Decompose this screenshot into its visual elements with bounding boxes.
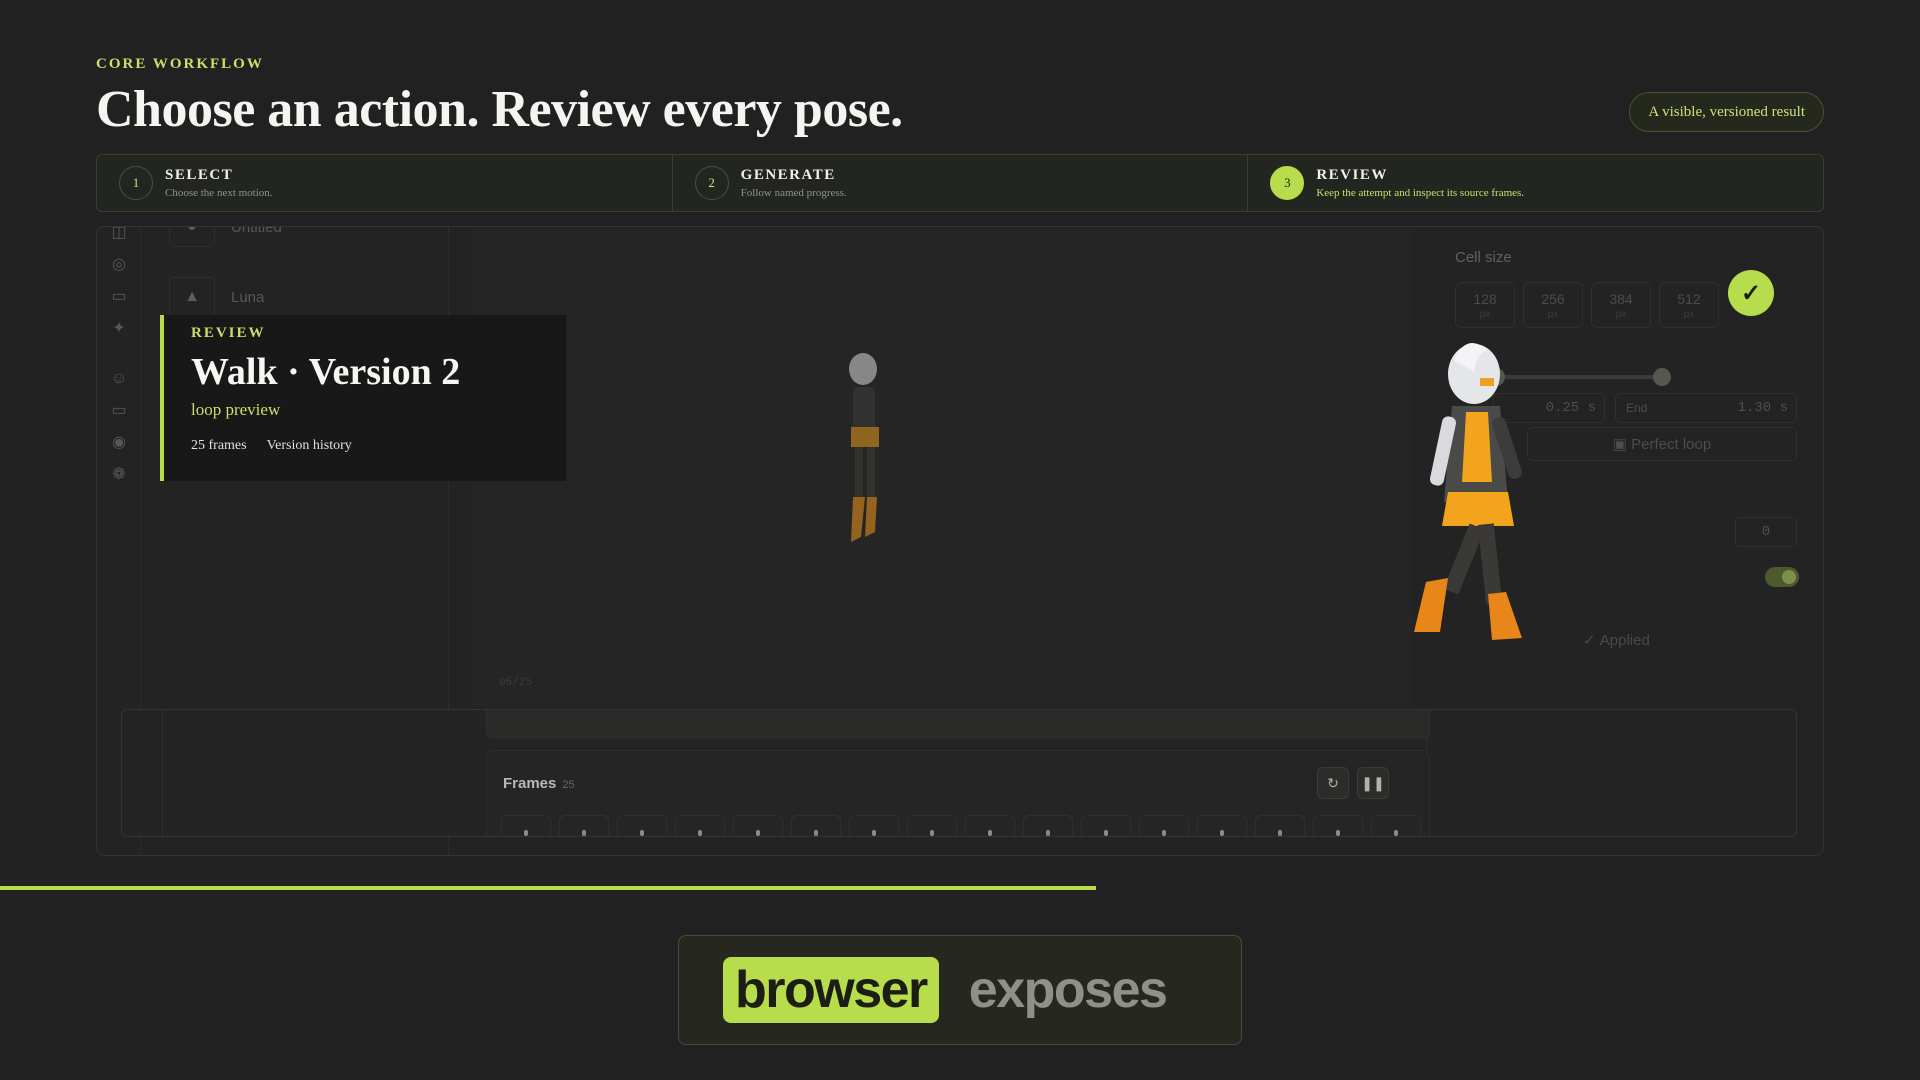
frame-thumb[interactable] [1197,815,1247,836]
cookie-icon[interactable]: ❁ [109,465,129,485]
pause-icon[interactable]: ❚❚ [1357,767,1389,799]
cell-size-option[interactable]: 512 px [1659,282,1719,328]
bottom-workspace: Frames 25 ↻ ❚❚ [121,709,1797,837]
frame-thumb[interactable] [733,815,783,836]
frame-thumb[interactable] [617,815,667,836]
review-card: REVIEW Walk · Version 2 loop preview 25 … [160,315,566,481]
character-item[interactable]: ● Untitled [169,226,282,247]
step-review[interactable]: 3 REVIEW Keep the attempt and inspect it… [1248,155,1823,211]
cell-size-value: 384 [1609,291,1633,307]
applied-status: ✓ Applied [1583,632,1650,649]
frame-thumb[interactable] [965,815,1015,836]
caption-box: browser exposes [678,935,1242,1045]
frame-thumb[interactable] [559,815,609,836]
frame-thumb[interactable] [1139,815,1189,836]
cell-size-value: 128 [1473,291,1497,307]
cell-size-option[interactable]: 256 px [1523,282,1583,328]
frame-thumb[interactable] [907,815,957,836]
cell-size-value: 512 [1677,291,1701,307]
offset-value: 0 [1761,524,1771,540]
fingerprint-icon[interactable]: ◎ [109,255,129,275]
frame-thumb[interactable] [1081,815,1131,836]
start-time-value: 0.25 [1545,400,1580,416]
column-divider [162,710,163,836]
end-time-unit: s [1779,400,1788,416]
loop-icon[interactable]: ↻ [1317,767,1349,799]
cell-size-option[interactable]: 384 px [1591,282,1651,328]
chat-icon[interactable]: ◫ [109,227,129,243]
character-ghost-sprite [849,353,879,542]
character-item[interactable]: ▲ Luna [169,277,264,317]
step-number: 1 [119,166,153,200]
step-number: 3 [1270,166,1305,200]
end-time-field[interactable]: End 1.30 s [1615,393,1797,423]
step-title: SELECT [165,167,234,183]
frame-thumb[interactable] [675,815,725,836]
end-time-value: 1.30 [1737,400,1772,416]
perfect-loop-label: Perfect loop [1631,435,1712,453]
perfect-loop-button[interactable]: ▣ Perfect loop [1527,427,1797,461]
cell-size-unit: px [1615,309,1627,320]
frame-thumb[interactable] [1313,815,1363,836]
character-name: Untitled [231,226,282,236]
frame-counter: 05/25 [499,677,533,689]
smooth-toggle[interactable] [1765,567,1799,587]
step-number: 2 [694,166,729,200]
applied-label: Applied [1599,632,1650,649]
cell-size-option[interactable]: 128 px [1455,282,1515,328]
frame-thumb[interactable] [791,815,841,836]
caption-text: exposes [968,961,1168,1019]
user-icon[interactable]: ☺ [109,369,129,389]
step-title: REVIEW [1316,167,1388,183]
review-card-title: Walk · Version 2 [191,351,461,393]
frame-count: 25 frames [191,438,247,453]
character-thumbnail: ▲ [169,277,215,317]
step-subtitle: Follow named progress. [740,187,847,199]
frame-thumb[interactable] [849,815,899,836]
page-title: Choose an action. Review every pose. [96,81,903,138]
end-time-label: End [1626,401,1648,415]
review-card-label: REVIEW [191,325,266,341]
review-card-subtitle: loop preview [191,400,281,419]
result-badge: A visible, versioned result [1629,92,1824,132]
frame-thumb[interactable] [1371,815,1421,836]
animation-stage: 05/25 [473,227,1413,707]
frame-thumb[interactable] [1255,815,1305,836]
cell-size-unit: px [1479,309,1491,320]
section-eyebrow: CORE WORKFLOW [96,56,264,72]
frames-title: Frames 25 [503,775,575,792]
frame-thumbnails [501,815,1421,836]
start-time-unit: s [1587,400,1596,416]
step-select[interactable]: 1 SELECT Choose the next motion. [97,155,673,211]
cell-size-value: 256 [1541,291,1565,307]
step-subtitle: Keep the attempt and inspect its source … [1316,187,1525,199]
coins-icon[interactable]: ◉ [109,433,129,453]
range-end-handle[interactable] [1653,368,1671,386]
caption-highlight: browser [723,957,939,1023]
frames-panel: Frames 25 ↻ ❚❚ [486,750,1430,836]
step-subtitle: Choose the next motion. [165,187,273,199]
timeline-scrubber[interactable] [486,710,1430,738]
workflow-steps: 1 SELECT Choose the next motion. 2 GENER… [96,154,1824,212]
frames-count: 25 [562,779,575,791]
review-card-meta: 25 frames Version history [191,438,566,454]
cell-size-unit: px [1683,309,1695,320]
card-icon[interactable]: ▭ [109,287,129,307]
approved-check-icon: ✓ [1728,270,1774,316]
character-sprite [1414,342,1522,640]
cell-size-options: 128 px 256 px 384 px 512 px [1455,282,1719,328]
cell-size-label: Cell size [1455,249,1512,266]
version-history-link[interactable]: Version history [267,438,352,454]
frame-thumb[interactable] [1023,815,1073,836]
character-name: Luna [231,288,265,306]
cell-size-unit: px [1547,309,1559,320]
billing-icon[interactable]: ▭ [109,401,129,421]
character-thumbnail: ● [169,227,215,247]
step-generate[interactable]: 2 GENERATE Follow named progress. [673,155,1249,211]
offset-field[interactable]: 0 [1735,517,1797,547]
progress-bar [0,886,1097,890]
magic-icon[interactable]: ✦ [109,319,129,339]
frame-thumb[interactable] [501,815,551,836]
step-title: GENERATE [740,167,836,183]
